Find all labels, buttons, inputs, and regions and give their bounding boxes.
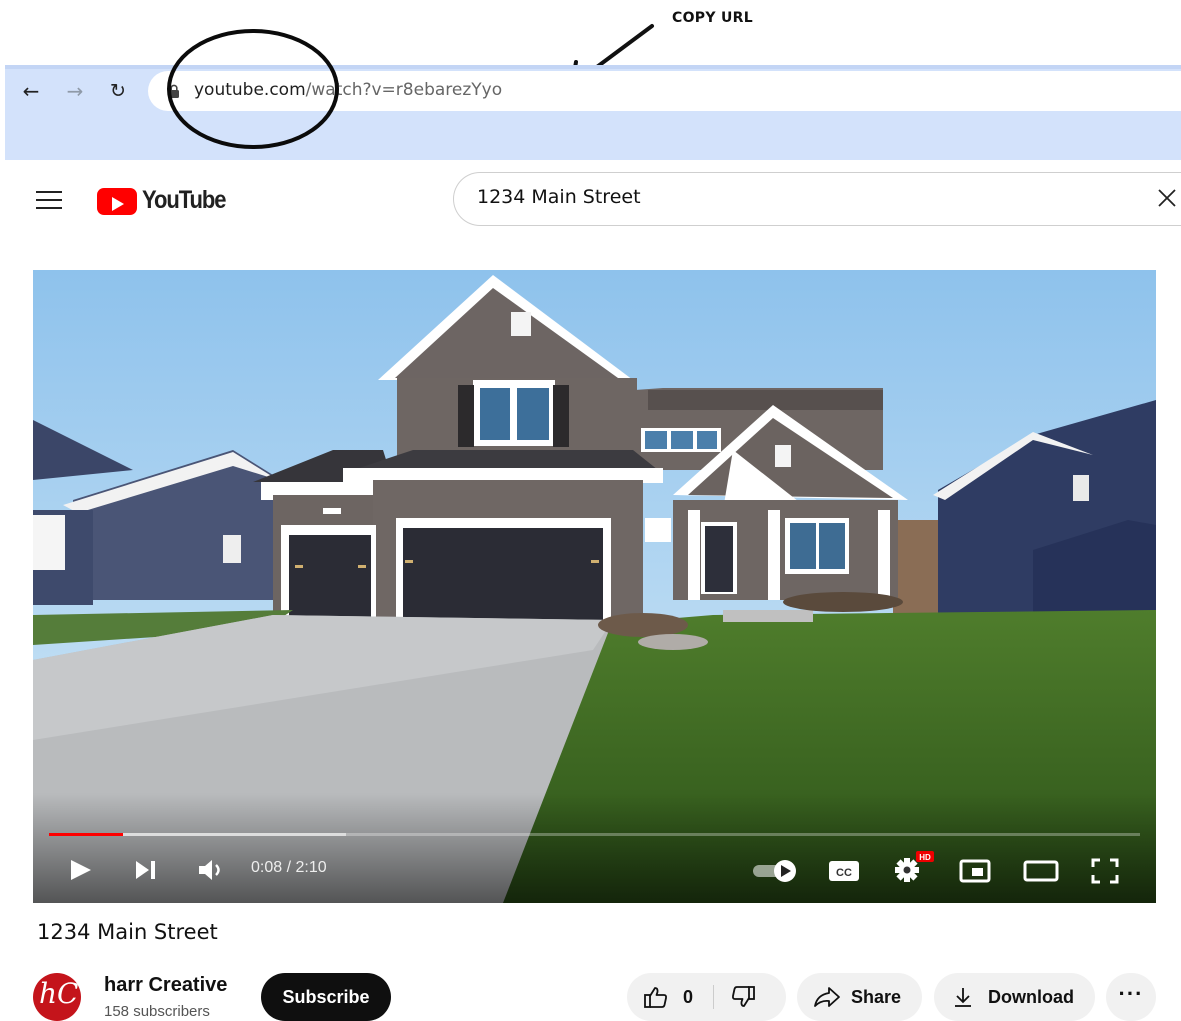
- like-count: 0: [683, 987, 694, 1007]
- page: COPY URL ← → ↻ youtube.com/watch?v=r8eba…: [0, 0, 1181, 1021]
- video-title: 1234 Main Street: [37, 920, 218, 944]
- like-dislike-group: 0: [627, 973, 786, 1021]
- download-button[interactable]: Download: [934, 973, 1095, 1021]
- hd-badge: HD: [919, 853, 931, 862]
- youtube-logo-icon: [97, 188, 137, 215]
- channel-avatar-text: hC: [39, 977, 79, 1010]
- controls-gradient: [33, 793, 1156, 903]
- play-icon[interactable]: [68, 858, 94, 882]
- youtube-logo-text: YouTube: [142, 186, 227, 214]
- youtube-logo[interactable]: YouTube: [97, 186, 227, 216]
- search-input[interactable]: 1234 Main Street: [477, 186, 641, 208]
- back-arrow-icon[interactable]: ←: [18, 78, 44, 104]
- menu-icon[interactable]: [36, 191, 62, 211]
- annotation-circle: [167, 29, 339, 149]
- volume-icon[interactable]: [197, 857, 227, 883]
- more-actions-button[interactable]: ···: [1106, 973, 1156, 1021]
- clear-search-icon[interactable]: [1156, 187, 1178, 209]
- channel-avatar[interactable]: hC: [33, 973, 81, 1021]
- copy-url-annotation-label: COPY URL: [672, 10, 753, 26]
- progress-played: [49, 833, 124, 836]
- captions-icon[interactable]: CC: [827, 858, 861, 884]
- channel-name[interactable]: harr Creative: [104, 974, 227, 997]
- download-icon: [955, 988, 971, 1007]
- subscriber-count: 158 subscribers: [104, 1003, 210, 1020]
- download-label: Download: [988, 987, 1074, 1007]
- forward-arrow-icon[interactable]: →: [62, 78, 88, 104]
- next-icon[interactable]: [133, 858, 159, 882]
- share-button[interactable]: Share: [797, 973, 922, 1021]
- time-display: 0:08 / 2:10: [251, 859, 327, 876]
- share-label: Share: [851, 987, 902, 1007]
- more-icon: ···: [1118, 981, 1144, 1006]
- theater-mode-icon[interactable]: [1022, 858, 1060, 884]
- like-divider: [713, 985, 714, 1009]
- settings-gear-icon[interactable]: HD: [891, 850, 937, 884]
- reload-icon[interactable]: ↻: [105, 78, 131, 104]
- share-arrow-icon: [814, 987, 840, 1007]
- video-player[interactable]: 0:08 / 2:10 CC HD: [33, 270, 1156, 903]
- like-thumb-up-icon[interactable]: [643, 985, 669, 1009]
- captions-label: CC: [836, 867, 852, 879]
- dislike-thumb-down-icon[interactable]: [730, 985, 756, 1009]
- miniplayer-icon[interactable]: [958, 858, 992, 884]
- autoplay-toggle-icon[interactable]: [751, 858, 801, 884]
- video-progress-bar[interactable]: [49, 833, 1140, 836]
- subscribe-button[interactable]: Subscribe: [261, 973, 391, 1021]
- fullscreen-icon[interactable]: [1090, 857, 1120, 885]
